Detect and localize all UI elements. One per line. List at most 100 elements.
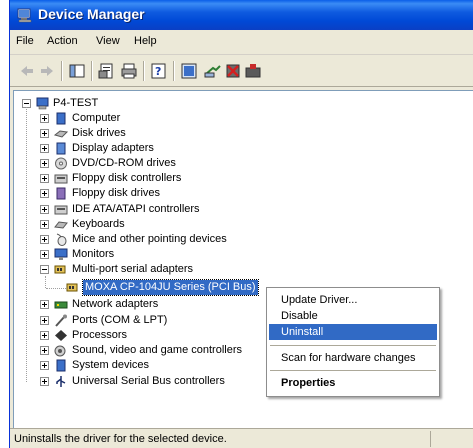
expand-icon[interactable] (40, 316, 49, 325)
expand-icon[interactable] (40, 220, 49, 229)
tree-item[interactable]: Sound, video and game controllers (40, 343, 270, 358)
expand-icon[interactable] (40, 174, 49, 183)
toolbar-separator (91, 61, 93, 81)
forward-icon[interactable] (38, 62, 56, 80)
menu-scan-hardware[interactable]: Scan for hardware changes (269, 350, 437, 366)
menu-properties[interactable]: Properties (269, 375, 437, 391)
uninstall-icon[interactable] (224, 62, 242, 80)
toolbar-separator (173, 61, 175, 81)
dvd-icon (55, 157, 67, 170)
tree-item[interactable]: Mice and other pointing devices (40, 232, 260, 247)
tree-item-label: Keyboards (72, 218, 125, 230)
toolbar-separator (61, 61, 63, 81)
print-icon[interactable] (120, 62, 138, 80)
keyboard-icon (54, 221, 68, 229)
menu-action[interactable]: Action (47, 35, 78, 47)
menu-update-driver[interactable]: Update Driver... (269, 292, 437, 308)
tree-item-label: Sound, video and game controllers (72, 344, 242, 356)
tree-item[interactable]: Keyboards (40, 217, 240, 232)
view-icon[interactable] (180, 62, 198, 80)
menu-file[interactable]: File (16, 35, 34, 47)
expand-icon[interactable] (40, 129, 49, 138)
floppy-controller-icon (54, 174, 68, 184)
expand-icon[interactable] (40, 346, 49, 355)
expand-icon[interactable] (40, 144, 49, 153)
tree-connector (26, 107, 27, 382)
tree-item-label: IDE ATA/ATAPI controllers (72, 203, 200, 215)
tree-item-label: Mice and other pointing devices (72, 233, 227, 245)
help-icon[interactable]: ? (150, 62, 168, 80)
tree-item[interactable]: Floppy disk controllers (40, 171, 240, 186)
computer-icon (36, 97, 49, 110)
scan-hardware-icon[interactable] (204, 62, 222, 80)
tree-item[interactable]: Disk drives (40, 126, 240, 141)
update-driver-icon[interactable] (244, 62, 262, 80)
expand-icon[interactable] (40, 377, 49, 386)
tree-item-label: Monitors (72, 248, 115, 260)
tree-item-label: Computer (72, 112, 121, 124)
status-text: Uninstalls the driver for the selected d… (14, 433, 227, 445)
usb-icon (56, 376, 66, 387)
status-divider (430, 431, 431, 447)
tree-connector (45, 276, 46, 288)
tree-item[interactable]: DVD/CD-ROM drives (40, 156, 240, 171)
expand-icon[interactable] (40, 189, 49, 198)
menu-separator (270, 370, 436, 371)
tree-item[interactable]: System devices (40, 358, 240, 373)
expand-icon[interactable] (40, 331, 49, 340)
title-bar[interactable]: Device Manager (10, 0, 473, 30)
collapse-icon[interactable] (40, 265, 49, 274)
toolbar: ? (10, 55, 473, 87)
tree-item[interactable]: Display adapters (40, 141, 240, 156)
display-adapter-icon (56, 142, 66, 155)
computer-icon (56, 112, 66, 125)
window-title: Device Manager (38, 6, 145, 22)
tree-item[interactable]: Floppy disk drives (40, 186, 240, 201)
tree-item-label: Multi-port serial adapters (72, 263, 194, 275)
tree-item[interactable]: Network adapters (40, 297, 240, 312)
expand-icon[interactable] (40, 250, 49, 259)
menu-help[interactable]: Help (134, 35, 157, 47)
expand-icon[interactable] (40, 300, 49, 309)
menu-disable[interactable]: Disable (269, 308, 437, 324)
expand-icon[interactable] (40, 235, 49, 244)
tree-item-label: Display adapters (72, 142, 154, 154)
properties-icon[interactable] (98, 62, 116, 80)
network-adapter-icon (54, 301, 68, 309)
menu-bar: File Action View Help (10, 30, 473, 55)
expand-icon[interactable] (40, 361, 49, 370)
menu-uninstall[interactable]: Uninstall (269, 324, 437, 340)
floppy-drive-icon (56, 187, 66, 200)
back-icon[interactable] (18, 62, 36, 80)
sound-icon (54, 345, 66, 357)
expand-icon[interactable] (40, 159, 49, 168)
tree-item-label: Ports (COM & LPT) (72, 314, 168, 326)
tree-item[interactable]: Ports (COM & LPT) (40, 313, 240, 328)
context-menu: Update Driver... Disable Uninstall Scan … (266, 287, 440, 397)
menu-view[interactable]: View (96, 35, 120, 47)
serial-adapter-icon (66, 283, 78, 292)
tree-item-label: Processors (72, 329, 128, 341)
tree-item[interactable]: Computer (40, 111, 240, 126)
ide-controller-icon (54, 205, 68, 215)
expand-icon[interactable] (40, 114, 49, 123)
tree-item-label: Floppy disk drives (72, 187, 161, 199)
mouse-icon (56, 233, 67, 246)
tree-item-expanded[interactable]: Multi-port serial adapters (40, 262, 240, 277)
tree-item-label: System devices (72, 359, 150, 371)
processor-icon (55, 330, 67, 341)
tree-root[interactable]: P4-TEST (22, 96, 142, 111)
tree-item-label: Network adapters (72, 298, 159, 310)
tree-item[interactable]: Processors (40, 328, 240, 343)
selected-device-label: MOXA CP-104JU Series (PCI Bus) (82, 279, 259, 296)
device-manager-window: Device Manager File Action View Help ? P… (9, 0, 473, 448)
selected-device[interactable]: MOXA CP-104JU Series (PCI Bus) (66, 279, 276, 296)
tree-item[interactable]: IDE ATA/ATAPI controllers (40, 202, 240, 217)
expand-icon[interactable] (40, 205, 49, 214)
tree-root-label: P4-TEST (53, 97, 99, 109)
tree-item[interactable]: Monitors (40, 247, 240, 262)
show-hide-tree-icon[interactable] (68, 62, 86, 80)
monitor-icon (54, 248, 68, 260)
tree-item[interactable]: Universal Serial Bus controllers (40, 374, 260, 389)
toolbar-separator (143, 61, 145, 81)
